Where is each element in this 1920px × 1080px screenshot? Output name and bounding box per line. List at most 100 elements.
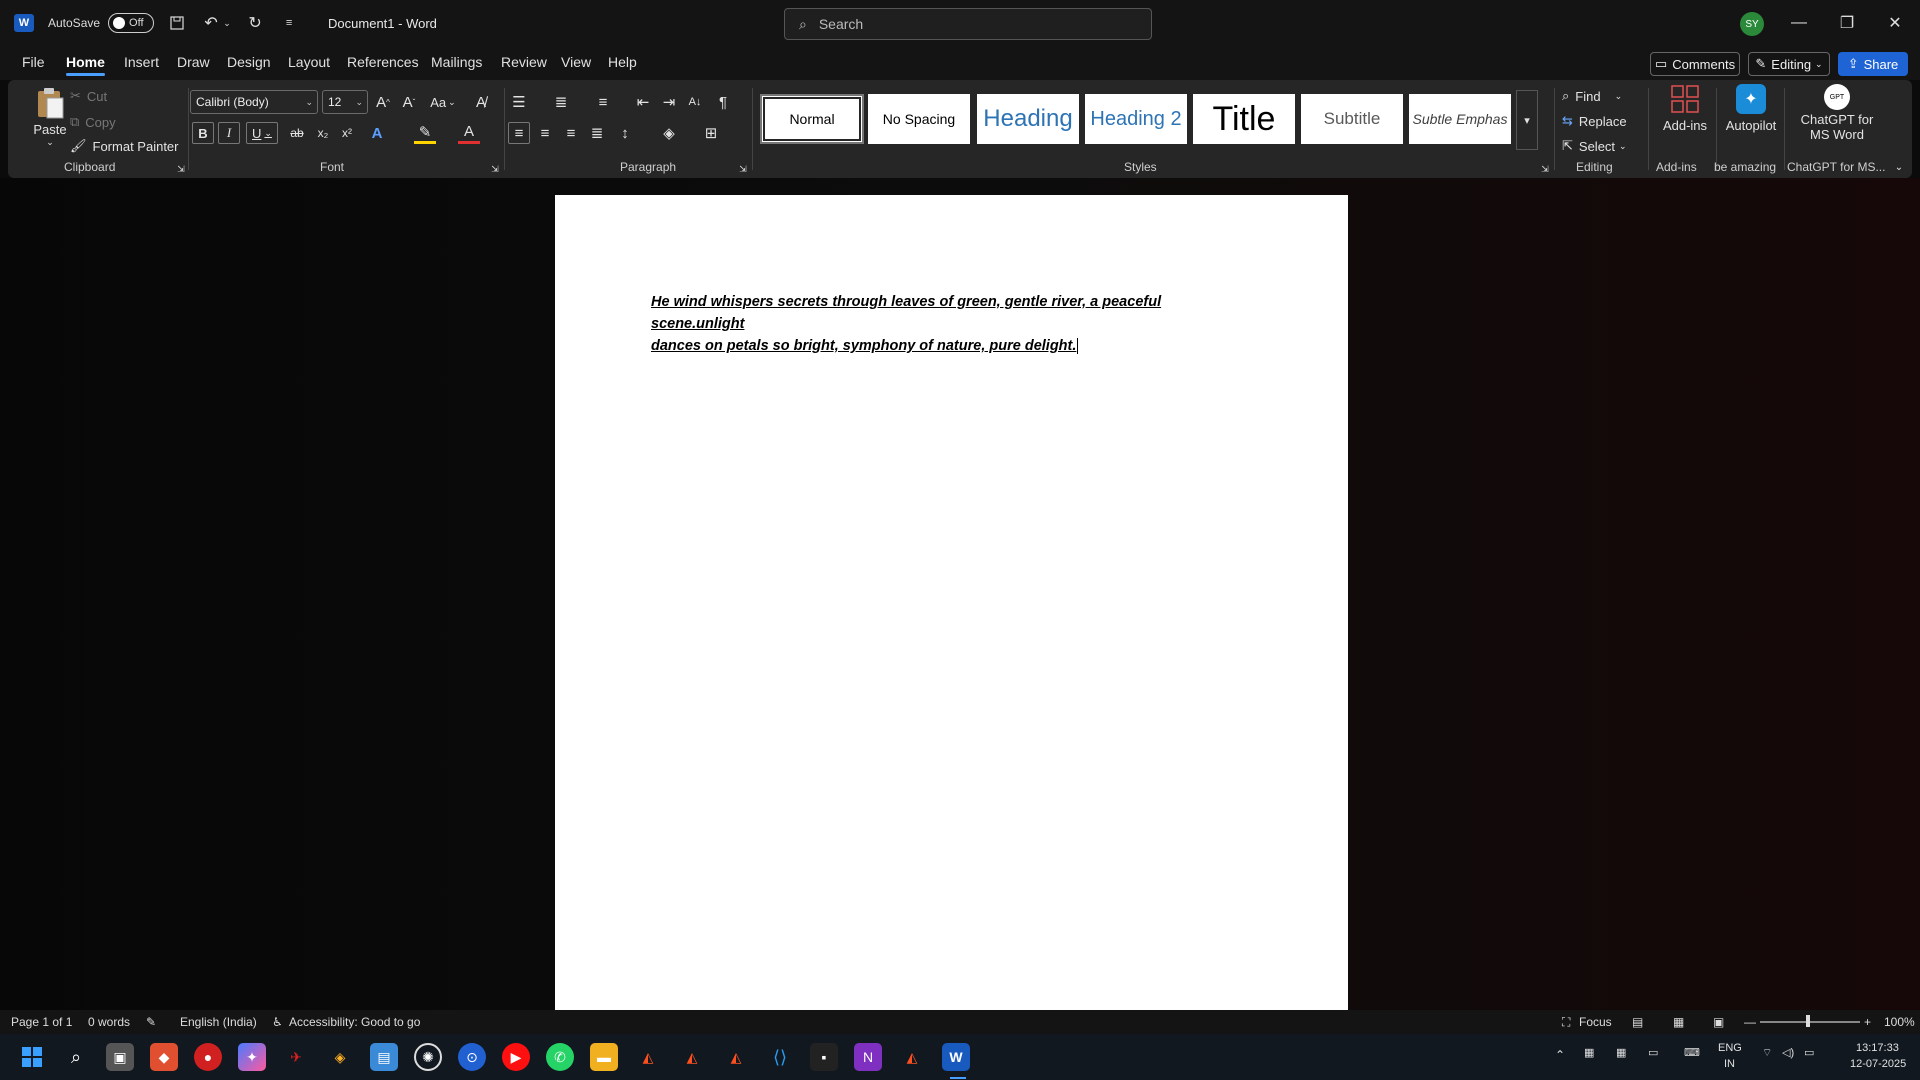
page-count[interactable]: Page 1 of 1 — [11, 1015, 72, 1029]
word-count[interactable]: 0 words — [88, 1015, 130, 1029]
dialog-launcher-icon[interactable]: ⇲ — [732, 158, 754, 180]
align-right-icon[interactable]: ≡ — [560, 122, 582, 144]
search-icon[interactable]: ⌕ — [62, 1043, 90, 1071]
undo-dropdown-icon[interactable]: ⌄ — [222, 12, 232, 34]
search-input[interactable]: ⌕ Search — [784, 8, 1152, 40]
accessibility-status[interactable]: Accessibility: Good to go — [289, 1015, 420, 1029]
strikethrough-icon[interactable]: ab — [286, 122, 308, 144]
app-icon-4[interactable]: ◈ — [326, 1043, 354, 1071]
dialog-launcher-icon[interactable]: ⇲ — [1534, 158, 1556, 180]
tray-icon-1[interactable]: ▦ — [1584, 1046, 1594, 1059]
document-page[interactable]: He wind whispers secrets through leaves … — [555, 195, 1348, 1010]
clock-time[interactable]: 13:17:33 — [1856, 1042, 1899, 1054]
tab-view[interactable]: View — [561, 54, 591, 70]
style-subtitle[interactable]: Subtitle — [1301, 94, 1403, 144]
cut-button[interactable]: ✂ Cut — [70, 88, 107, 104]
proofing-icon[interactable]: ✎ — [146, 1015, 156, 1029]
word-taskbar-icon[interactable]: W — [942, 1043, 970, 1071]
brave-icon[interactable]: ◭ — [634, 1043, 662, 1071]
underline-icon[interactable]: U ⌄ — [246, 122, 278, 144]
app-icon-7[interactable]: ▪ — [810, 1043, 838, 1071]
format-painter-button[interactable]: 🖌 Format Painter — [70, 138, 179, 154]
font-name-combo[interactable]: Calibri (Body) ⌄ — [190, 90, 318, 114]
volume-icon[interactable]: ◁) — [1782, 1046, 1794, 1059]
tray-icon-3[interactable]: ▭ — [1648, 1046, 1658, 1059]
justify-icon[interactable]: ≣ — [586, 122, 608, 144]
numbering-icon[interactable]: ≣ — [550, 91, 572, 113]
dialog-launcher-icon[interactable]: ⇲ — [484, 158, 506, 180]
pilcrow-icon[interactable]: ¶ — [712, 91, 734, 113]
style-title[interactable]: Title — [1193, 94, 1295, 144]
minimize-icon[interactable]: — — [1784, 10, 1814, 36]
replace-button[interactable]: ⇆ Replace — [1562, 113, 1627, 129]
tab-references[interactable]: References — [347, 54, 419, 70]
language-line1[interactable]: ENG — [1718, 1042, 1742, 1054]
style-subtle-emphasis[interactable]: Subtle Emphas — [1409, 94, 1511, 144]
style-heading-2[interactable]: Heading 2 — [1085, 94, 1187, 144]
print-layout-icon[interactable]: ▦ — [1673, 1015, 1684, 1029]
highlight-icon[interactable]: ✎ — [414, 122, 436, 144]
tab-file[interactable]: File — [22, 54, 45, 70]
collapse-ribbon-icon[interactable]: ⌄ — [1888, 156, 1910, 178]
brave-icon-2[interactable]: ◭ — [678, 1043, 706, 1071]
tab-mailings[interactable]: Mailings — [431, 54, 482, 70]
app-icon-3[interactable]: ✈ — [282, 1043, 310, 1071]
grow-font-icon[interactable]: A ^ — [372, 91, 394, 113]
comments-button[interactable]: ▭ Comments — [1650, 52, 1740, 76]
windows-start-icon[interactable] — [18, 1043, 46, 1071]
multilevel-list-icon[interactable]: ≡ — [592, 91, 614, 113]
add-ins-button[interactable]: Add-ins — [1656, 84, 1714, 133]
restore-icon[interactable]: ❐ — [1832, 10, 1862, 36]
tab-insert[interactable]: Insert — [124, 54, 159, 70]
chevron-up-icon[interactable]: ⌃ — [1555, 1048, 1565, 1062]
chatgpt-app-icon[interactable]: ✺ — [414, 1043, 442, 1071]
share-button[interactable]: ⇪ Share — [1838, 52, 1908, 76]
text-effects-icon[interactable]: A — [366, 122, 388, 144]
decrease-indent-icon[interactable]: ⇤ — [632, 91, 654, 113]
italic-icon[interactable]: I — [218, 122, 240, 144]
document-body-text[interactable]: He wind whispers secrets through leaves … — [651, 291, 1251, 357]
shading-icon[interactable]: ◈ — [658, 122, 680, 144]
tab-review[interactable]: Review — [501, 54, 547, 70]
chatgpt-button[interactable]: GPT ChatGPT for MS Word — [1790, 84, 1884, 142]
style-normal[interactable]: Normal — [760, 94, 864, 144]
zoom-in-icon[interactable]: + — [1864, 1015, 1871, 1029]
language-line2[interactable]: IN — [1724, 1058, 1735, 1070]
subscript-icon[interactable]: x₂ — [312, 122, 334, 144]
change-case-button[interactable]: Aa ⌄ — [428, 91, 458, 113]
vscode-icon[interactable]: ⟨⟩ — [766, 1043, 794, 1071]
brave-icon-3[interactable]: ◭ — [722, 1043, 750, 1071]
bullets-icon[interactable]: ☰ — [508, 91, 530, 113]
font-color-icon[interactable]: A — [458, 122, 480, 144]
increase-indent-icon[interactable]: ⇥ — [658, 91, 680, 113]
youtube-icon[interactable]: ▶ — [502, 1043, 530, 1071]
align-center-icon[interactable]: ≡ — [534, 122, 556, 144]
tab-help[interactable]: Help — [608, 54, 637, 70]
shrink-font-icon[interactable]: Aˇ — [398, 91, 420, 113]
clock-date[interactable]: 12-07-2025 — [1850, 1058, 1906, 1070]
file-explorer-icon[interactable]: ▬ — [590, 1043, 618, 1071]
save-icon[interactable] — [166, 12, 188, 34]
read-mode-icon[interactable]: ▤ — [1632, 1015, 1643, 1029]
tab-design[interactable]: Design — [227, 54, 271, 70]
copy-button[interactable]: ⧉ Copy — [70, 114, 116, 130]
style-no-spacing[interactable]: No Spacing — [868, 94, 970, 144]
font-size-combo[interactable]: 12 ⌄ — [322, 90, 368, 114]
web-layout-icon[interactable]: ▣ — [1713, 1015, 1724, 1029]
tab-home[interactable]: Home — [66, 54, 105, 76]
borders-icon[interactable]: ⊞ — [700, 122, 722, 144]
close-icon[interactable]: ✕ — [1880, 10, 1910, 36]
zoom-out-icon[interactable]: — — [1744, 1015, 1756, 1029]
line-spacing-icon[interactable]: ↕ — [614, 122, 636, 144]
task-view-icon[interactable]: ▣ — [106, 1043, 134, 1071]
tab-draw[interactable]: Draw — [177, 54, 210, 70]
keyboard-icon[interactable]: ⌨ — [1684, 1046, 1700, 1059]
battery-icon[interactable]: ▭ — [1804, 1046, 1814, 1059]
autopilot-button[interactable]: ✦ Autopilot — [1720, 84, 1782, 133]
zoom-level[interactable]: 100% — [1884, 1015, 1915, 1029]
user-avatar[interactable]: SY — [1740, 12, 1764, 36]
zoom-slider-thumb[interactable] — [1806, 1015, 1810, 1027]
editing-mode-button[interactable]: ✎ Editing ⌄ — [1748, 52, 1830, 76]
align-left-icon[interactable]: ≡ — [508, 122, 530, 144]
find-button[interactable]: ⌕ Find ⌄ — [1562, 88, 1622, 104]
